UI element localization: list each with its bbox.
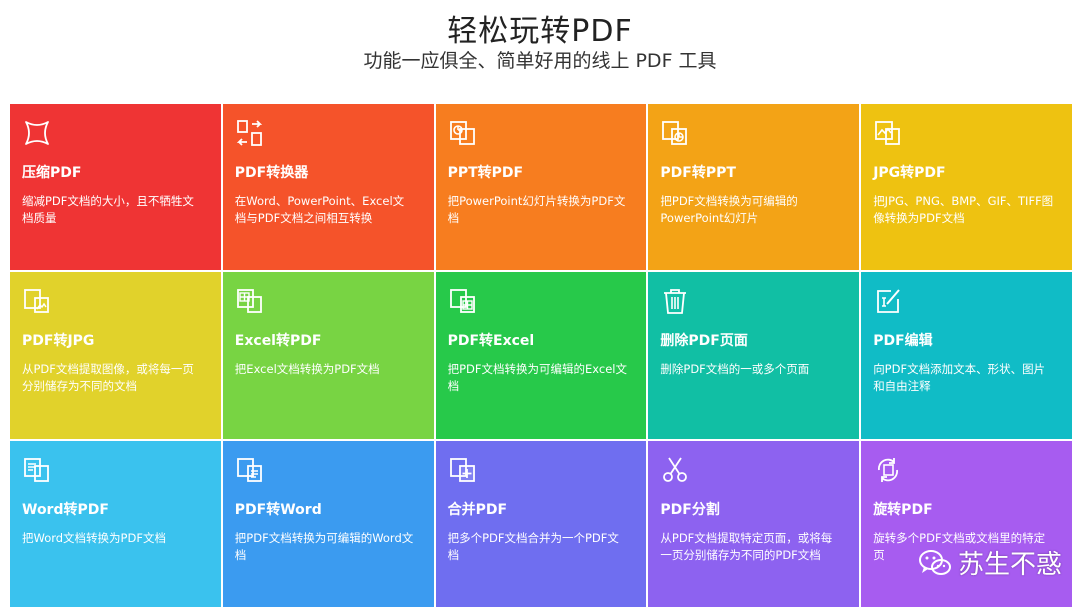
excel-icon (235, 286, 265, 316)
tool-desc: 从PDF文档提取特定页面，或将每一页分别储存为不同的PDF文档 (660, 530, 840, 564)
tool-card-rotate-pdf[interactable]: 旋转PDF 旋转多个PDF文档或文档里的特定页 (861, 441, 1072, 607)
tool-name: PDF转换器 (235, 162, 308, 182)
tool-desc: 把多个PDF文档合并为一个PDF文档 (448, 530, 628, 564)
tool-card-delete-pdf-pages[interactable]: 删除PDF页面 删除PDF文档的一或多个页面 (648, 272, 859, 439)
tool-card-word-to-pdf[interactable]: Word转PDF 把Word文档转换为PDF文档 (10, 441, 221, 607)
tool-name: Word转PDF (22, 499, 109, 519)
tool-desc: 在Word、PowerPoint、Excel文档与PDF文档之间相互转换 (235, 193, 415, 227)
word-icon (22, 455, 52, 485)
tool-card-merge-pdf[interactable]: 合并PDF 把多个PDF文档合并为一个PDF文档 (436, 441, 647, 607)
compress-icon (22, 118, 52, 148)
tool-card-pdf-to-jpg[interactable]: PDF转JPG 从PDF文档提取图像，或将每一页分别储存为不同的文档 (10, 272, 221, 439)
tool-card-compress-pdf[interactable]: 压缩PDF 缩减PDF文档的大小，且不牺牲文档质量 (10, 104, 221, 270)
tool-card-jpg-to-pdf[interactable]: JPG转PDF 把JPG、PNG、BMP、GIF、TIFF图像转换为PDF文档 (861, 104, 1072, 270)
tool-desc: 从PDF文档提取图像，或将每一页分别储存为不同的文档 (22, 361, 202, 395)
tool-desc: 把PDF文档转换为可编辑的Excel文档 (448, 361, 628, 395)
tool-name: PDF转Excel (448, 330, 535, 350)
tool-name: 旋转PDF (873, 499, 932, 519)
tool-desc: 把JPG、PNG、BMP、GIF、TIFF图像转换为PDF文档 (873, 193, 1053, 227)
tool-card-pdf-converter[interactable]: PDF转换器 在Word、PowerPoint、Excel文档与PDF文档之间相… (223, 104, 434, 270)
tool-card-pdf-to-ppt[interactable]: PDF转PPT 把PDF文档转换为可编辑的PowerPoint幻灯片 (648, 104, 859, 270)
tool-desc: 缩减PDF文档的大小，且不牺牲文档质量 (22, 193, 202, 227)
tool-card-pdf-to-word[interactable]: PDF转Word 把PDF文档转换为可编辑的Word文档 (223, 441, 434, 607)
edit-icon (873, 286, 903, 316)
page-title: 轻松玩转PDF (0, 6, 1080, 50)
merge-icon (448, 455, 478, 485)
tool-card-pdf-split[interactable]: PDF分割 从PDF文档提取特定页面，或将每一页分别储存为不同的PDF文档 (648, 441, 859, 607)
tool-name: 删除PDF页面 (660, 330, 747, 350)
tool-desc: 向PDF文档添加文本、形状、图片和自由注释 (873, 361, 1053, 395)
scissors-icon (660, 455, 690, 485)
tool-name: PPT转PDF (448, 162, 524, 182)
tool-desc: 把PowerPoint幻灯片转换为PDF文档 (448, 193, 628, 227)
pdf-to-excel-icon (448, 286, 478, 316)
tool-name: PDF转Word (235, 499, 322, 519)
tool-name: PDF分割 (660, 499, 719, 519)
pdf-to-image-icon (22, 286, 52, 316)
tool-card-excel-to-pdf[interactable]: Excel转PDF 把Excel文档转换为PDF文档 (223, 272, 434, 439)
image-icon (873, 118, 903, 148)
tool-name: Excel转PDF (235, 330, 322, 350)
convert-icon (235, 118, 265, 148)
pdf-to-ppt-icon (660, 118, 690, 148)
pdf-to-word-icon (235, 455, 265, 485)
rotate-icon (873, 455, 903, 485)
tool-card-pdf-to-excel[interactable]: PDF转Excel 把PDF文档转换为可编辑的Excel文档 (436, 272, 647, 439)
tool-desc: 把PDF文档转换为可编辑的PowerPoint幻灯片 (660, 193, 840, 227)
tool-name: PDF转PPT (660, 162, 736, 182)
tool-name: PDF转JPG (22, 330, 94, 350)
page-subtitle: 功能一应俱全、简单好用的线上 PDF 工具 (0, 46, 1080, 73)
page-header: 轻松玩转PDF 功能一应俱全、简单好用的线上 PDF 工具 (0, 0, 1080, 100)
tool-desc: 把PDF文档转换为可编辑的Word文档 (235, 530, 415, 564)
trash-icon (660, 286, 690, 316)
ppt-icon (448, 118, 478, 148)
tool-name: 压缩PDF (22, 162, 81, 182)
tool-card-ppt-to-pdf[interactable]: PPT转PDF 把PowerPoint幻灯片转换为PDF文档 (436, 104, 647, 270)
tool-name: JPG转PDF (873, 162, 945, 182)
tool-card-pdf-edit[interactable]: PDF编辑 向PDF文档添加文本、形状、图片和自由注释 (861, 272, 1072, 439)
tools-grid: 压缩PDF 缩减PDF文档的大小，且不牺牲文档质量 PDF转换器 在Word、P… (10, 104, 1072, 603)
tool-desc: 删除PDF文档的一或多个页面 (660, 361, 840, 378)
tool-name: 合并PDF (448, 499, 507, 519)
tool-desc: 把Word文档转换为PDF文档 (22, 530, 202, 547)
tool-desc: 把Excel文档转换为PDF文档 (235, 361, 415, 378)
tool-desc: 旋转多个PDF文档或文档里的特定页 (873, 530, 1053, 564)
tool-name: PDF编辑 (873, 330, 932, 350)
